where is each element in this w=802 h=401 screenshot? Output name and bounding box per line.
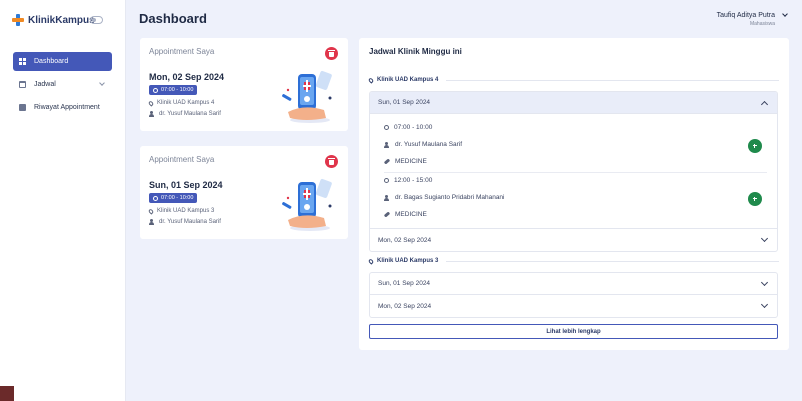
appointment-heading: Appointment Saya [149, 155, 215, 164]
doctor-icon [149, 111, 155, 117]
appointment-clinic: Klinik UAD Kampus 4 [147, 99, 215, 107]
chevron-down-icon [760, 278, 769, 287]
appointment-doctor-text: dr. Yusuf Maulana Sarif [159, 111, 221, 117]
user-role: Mahasiswa [749, 21, 775, 27]
theme-toggle[interactable] [90, 16, 103, 24]
appointment-date: Sun, 01 Sep 2024 [149, 180, 223, 190]
delete-appointment-button[interactable] [325, 47, 338, 60]
sidebar: KlinikKampus Dashboard Jadwal Riwayat Ap… [0, 0, 126, 401]
appointment-time: 07:00 - 10:00 [161, 87, 194, 93]
chevron-down-icon [99, 80, 105, 86]
slot-time: 07:00 - 10:00 [384, 124, 432, 131]
clinic-schedule-accordion: Sun, 01 Sep 2024 Mon, 02 Sep 2024 [369, 272, 778, 318]
clinic-header: Klinik UAD Kampus 3 [367, 256, 779, 266]
brand-name: KlinikKampus [28, 14, 95, 26]
sidebar-nav: Dashboard Jadwal Riwayat Appointment [13, 52, 112, 121]
page-title: Dashboard [139, 11, 207, 26]
accordion-day-header[interactable]: Mon, 02 Sep 2024 [370, 295, 777, 317]
slot-category-text: MEDICINE [395, 211, 427, 218]
slot-time: 12:00 - 15:00 [384, 177, 432, 184]
clock-icon [384, 125, 389, 130]
clinic-name: Klinik UAD Kampus 4 [377, 77, 439, 83]
appointment-doctor: dr. Yusuf Maulana Sarif [149, 219, 221, 225]
weekly-schedule-panel: Jadwal Klinik Minggu ini Klinik UAD Kamp… [359, 38, 789, 350]
calendar-icon [19, 81, 26, 88]
doctor-icon [149, 219, 155, 225]
accordion-day-body: 07:00 - 10:00 dr. Yusuf Maulana Sarif ME… [370, 114, 777, 229]
clinic-header: Klinik UAD Kampus 4 [367, 75, 779, 85]
brand-cross-icon [12, 14, 24, 26]
grid-icon [19, 58, 26, 65]
location-pin-icon [367, 257, 375, 265]
slot-doctor-text: dr. Yusuf Maulana Sarif [395, 141, 463, 148]
slot-category: MEDICINE [383, 158, 427, 165]
sidebar-item-label: Riwayat Appointment [34, 104, 100, 111]
sidebar-item-jadwal[interactable]: Jadwal [13, 75, 112, 94]
divider [446, 79, 779, 81]
location-pin-icon [147, 99, 155, 107]
appointment-clinic-text: Klinik UAD Kampus 3 [157, 208, 215, 214]
location-pin-icon [367, 76, 375, 84]
clinic-name: Klinik UAD Kampus 3 [377, 258, 439, 264]
day-date: Sun, 01 Sep 2024 [378, 99, 431, 106]
clock-icon [384, 178, 389, 183]
day-date: Mon, 02 Sep 2024 [378, 302, 432, 310]
accordion-day-header[interactable]: Sun, 01 Sep 2024 [370, 273, 777, 295]
appointment-clinic: Klinik UAD Kampus 3 [147, 207, 215, 215]
phone-medical-illustration-icon [282, 178, 332, 231]
accordion-day-header[interactable]: Mon, 02 Sep 2024 [370, 229, 777, 251]
sidebar-item-dashboard[interactable]: Dashboard [13, 52, 112, 71]
clinic-schedule-accordion: Sun, 01 Sep 2024 07:00 - 10:00 dr. Yusuf… [369, 91, 778, 252]
chevron-down-icon [760, 300, 769, 309]
corner-widget [0, 386, 14, 401]
appointment-card: Appointment Saya Sun, 01 Sep 2024 07:00 … [140, 146, 348, 239]
appointment-date: Mon, 02 Sep 2024 [149, 72, 225, 82]
pill-icon [383, 158, 391, 165]
appointment-time-badge: 07:00 - 10:00 [149, 193, 198, 203]
sidebar-item-label: Jadwal [34, 81, 56, 88]
slot-doctor-text: dr. Bagas Sugianto Pridabri Mahanani [395, 194, 505, 201]
chevron-down-icon[interactable] [782, 11, 788, 17]
location-pin-icon [147, 207, 155, 215]
brand[interactable]: KlinikKampus [12, 14, 95, 26]
appointment-time: 07:00 - 10:00 [161, 195, 194, 201]
schedule-title: Jadwal Klinik Minggu ini [369, 47, 462, 56]
appointment-doctor-text: dr. Yusuf Maulana Sarif [159, 219, 221, 225]
slot-time-text: 07:00 - 10:00 [394, 124, 433, 131]
divider [446, 260, 779, 262]
pill-icon [383, 211, 391, 218]
slot-category: MEDICINE [383, 211, 427, 218]
book-slot-button[interactable] [748, 139, 762, 153]
day-date: Mon, 02 Sep 2024 [378, 236, 432, 244]
appointment-doctor: dr. Yusuf Maulana Sarif [149, 111, 221, 117]
sidebar-item-riwayat[interactable]: Riwayat Appointment [13, 98, 112, 117]
appointment-card: Appointment Saya Mon, 02 Sep 2024 07:00 … [140, 38, 348, 131]
chevron-down-icon [760, 234, 769, 243]
slot-category-text: MEDICINE [395, 158, 427, 165]
archive-icon [19, 104, 26, 111]
appointment-clinic-text: Klinik UAD Kampus 4 [157, 100, 215, 106]
user-menu[interactable]: Taufiq Aditya Putra Mahasiswa [717, 12, 775, 27]
appointment-heading: Appointment Saya [149, 47, 215, 56]
see-more-button[interactable]: Lihat lebih lengkap [369, 324, 778, 339]
doctor-icon [384, 194, 390, 201]
chevron-up-icon [760, 100, 769, 109]
book-slot-button[interactable] [748, 192, 762, 206]
divider [384, 172, 767, 173]
sidebar-item-label: Dashboard [34, 58, 69, 65]
delete-appointment-button[interactable] [325, 155, 338, 168]
slot-doctor: dr. Bagas Sugianto Pridabri Mahanani [384, 194, 505, 201]
slot-time-text: 12:00 - 15:00 [394, 177, 433, 184]
day-date: Sun, 01 Sep 2024 [378, 280, 431, 287]
appointment-time-badge: 07:00 - 10:00 [149, 85, 198, 95]
slot-doctor: dr. Yusuf Maulana Sarif [384, 141, 462, 148]
clock-icon [153, 87, 158, 93]
phone-medical-illustration-icon [282, 70, 332, 123]
user-name: Taufiq Aditya Putra [716, 12, 775, 19]
accordion-day-header[interactable]: Sun, 01 Sep 2024 [370, 92, 777, 114]
doctor-icon [384, 141, 390, 148]
clock-icon [153, 195, 158, 201]
